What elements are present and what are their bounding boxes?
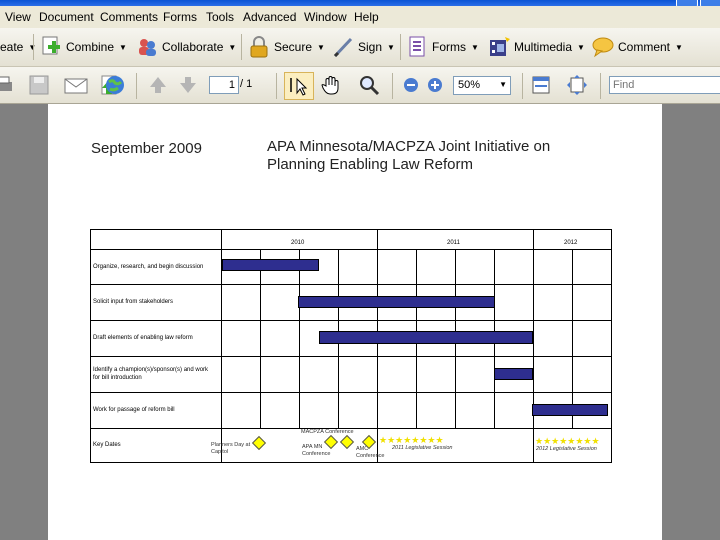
grid-line xyxy=(299,249,300,429)
document-title-line-1: APA Minnesota/MACPZA Joint Initiative on xyxy=(267,138,551,155)
toolbar-separator xyxy=(600,73,601,99)
menu-document[interactable]: Document xyxy=(39,10,94,24)
speech-bubble-icon xyxy=(592,36,614,58)
gantt-bar xyxy=(298,296,495,308)
session-stars-2011: ★★★★★★★★ xyxy=(379,435,444,445)
gantt-chart: 2010 2011 2012 Organize, research, and b… xyxy=(90,229,612,463)
toolbar-separator xyxy=(276,73,277,99)
multimedia-button[interactable]: Multimedia ▼ xyxy=(488,35,585,59)
create-label: eate xyxy=(0,40,24,54)
comment-button[interactable]: Comment ▼ xyxy=(592,35,683,59)
document-date: September 2009 xyxy=(91,140,202,157)
year-label-2010: 2010 xyxy=(291,240,305,246)
key-date-amc: AMC Conference xyxy=(356,446,385,459)
find-input[interactable] xyxy=(609,76,720,94)
grid-line xyxy=(260,249,261,429)
task-label: Draft elements of enabling law reform xyxy=(93,335,193,341)
previous-page-icon[interactable] xyxy=(147,74,169,96)
globe-icon[interactable] xyxy=(104,74,126,96)
grid-line xyxy=(377,229,378,463)
forms-icon xyxy=(406,36,428,58)
year-label-2011: 2011 xyxy=(447,240,460,246)
menu-bar: View Document Comments Forms Tools Advan… xyxy=(0,6,720,28)
select-tool-icon[interactable] xyxy=(284,72,314,100)
task-label: Identify a champion(s)/sponsor(s) and wo… xyxy=(93,367,209,381)
gantt-bar xyxy=(222,259,319,271)
menu-tools[interactable]: Tools xyxy=(206,10,234,24)
save-icon[interactable] xyxy=(28,74,50,96)
task-label: Key Dates xyxy=(93,442,121,448)
forms-button[interactable]: Forms ▼ xyxy=(406,35,479,59)
task-label: Organize, research, and begin discussion xyxy=(93,264,204,270)
navigation-toolbar: / 1 50% ▼ xyxy=(0,67,720,104)
create-button[interactable]: eate▼ xyxy=(0,35,36,59)
chevron-down-icon: ▼ xyxy=(675,42,683,52)
key-date-macpza: MACPZA Conference xyxy=(301,429,354,435)
grid-line xyxy=(533,229,534,463)
zoom-select[interactable]: 50% ▼ xyxy=(453,76,511,95)
chevron-down-icon: ▼ xyxy=(228,42,237,52)
zoom-in-icon[interactable] xyxy=(424,74,446,96)
toolbar-separator xyxy=(400,34,401,60)
menu-window[interactable]: Window xyxy=(304,10,347,24)
fit-width-icon[interactable] xyxy=(530,74,552,96)
menu-view[interactable]: View xyxy=(5,10,31,24)
grid-line xyxy=(572,249,573,429)
combine-label: Combine xyxy=(66,40,115,54)
task-label: Solicit input from stakeholders xyxy=(93,299,174,305)
page-total-label: / 1 xyxy=(240,78,253,90)
key-date-session-2012: 2012 Legislative Session xyxy=(536,446,597,452)
secure-label: Secure xyxy=(274,40,313,54)
session-stars-2012: ★★★★★★★★ xyxy=(535,436,600,446)
combine-icon xyxy=(40,36,62,58)
next-page-icon[interactable] xyxy=(177,74,199,96)
page-number-input[interactable] xyxy=(209,76,239,94)
sign-button[interactable]: Sign ▼ xyxy=(332,35,395,59)
pen-icon xyxy=(332,36,354,58)
sign-label: Sign xyxy=(358,40,383,54)
chevron-down-icon: ▼ xyxy=(387,42,395,52)
year-label-2012: 2012 xyxy=(564,240,578,246)
tasks-toolbar: eate▼ Combine▼ Collaborate▼ Secure▼ Sign… xyxy=(0,28,720,67)
collaborate-button[interactable]: Collaborate ▼ xyxy=(136,35,236,59)
menu-advanced[interactable]: Advanced xyxy=(243,10,296,24)
combine-button[interactable]: Combine ▼ xyxy=(40,35,127,59)
chevron-down-icon: ▼ xyxy=(471,42,479,52)
chevron-down-icon: ▼ xyxy=(317,42,325,52)
collaborate-label: Collaborate xyxy=(162,40,224,54)
secure-button[interactable]: Secure ▼ xyxy=(248,35,325,59)
toolbar-separator xyxy=(33,34,34,60)
gantt-bar xyxy=(532,404,608,416)
email-icon[interactable] xyxy=(64,74,88,96)
toolbar-separator xyxy=(522,73,523,99)
comment-label: Comment xyxy=(618,40,671,54)
lock-icon xyxy=(248,36,270,58)
forms-label: Forms xyxy=(432,40,466,54)
collaborate-icon xyxy=(136,36,158,58)
film-icon xyxy=(488,36,510,58)
menu-comments[interactable]: Comments xyxy=(100,10,158,24)
task-label: Work for passage of reform bill xyxy=(93,407,175,413)
zoom-marquee-icon[interactable] xyxy=(358,74,380,96)
gantt-bar xyxy=(319,331,533,344)
chevron-down-icon: ▼ xyxy=(119,42,127,52)
chevron-down-icon: ▼ xyxy=(577,42,585,52)
document-title-line-2: Planning Enabling Law Reform xyxy=(267,156,473,173)
gantt-bar xyxy=(494,368,533,380)
toolbar-separator xyxy=(241,34,242,60)
menu-help[interactable]: Help xyxy=(354,10,379,24)
milestone-diamond xyxy=(339,434,355,450)
zoom-out-icon[interactable] xyxy=(400,74,422,96)
multimedia-label: Multimedia xyxy=(514,40,573,54)
menu-forms[interactable]: Forms xyxy=(163,10,197,24)
toolbar-separator xyxy=(136,73,137,99)
toolbar-separator xyxy=(392,73,393,99)
key-date-planners-day: Planners Day at Capitol xyxy=(211,442,251,455)
key-date-session-2011: 2011 Legislative Session xyxy=(392,445,453,451)
zoom-value: 50% xyxy=(458,79,481,91)
fit-page-icon[interactable] xyxy=(566,74,588,96)
chevron-down-icon[interactable]: ▼ xyxy=(499,80,507,89)
hand-tool-icon[interactable] xyxy=(320,74,342,96)
print-icon[interactable] xyxy=(0,74,14,96)
